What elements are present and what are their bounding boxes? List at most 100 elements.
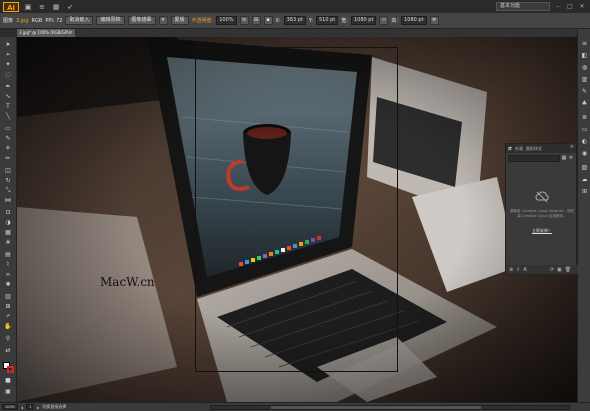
list-view-icon[interactable]: ≡ — [568, 155, 574, 161]
shape-builder-tool-icon[interactable]: ◑ — [4, 219, 12, 227]
next-artboard-icon[interactable]: ▸ — [37, 405, 39, 410]
canvas[interactable]: MacW.cn — [17, 37, 577, 402]
graphic-styles-icon[interactable]: ▧ — [580, 163, 589, 172]
libraries-panel-tabs: 库 外观 图形样式 ≡ — [506, 144, 576, 153]
y-field[interactable]: 510 pt — [316, 16, 339, 25]
edit-original-button[interactable]: 编辑原稿 — [96, 16, 125, 25]
delete-icon[interactable]: 🗑 — [565, 267, 571, 273]
w-label: 宽: — [341, 18, 348, 24]
type-tool-icon[interactable]: T — [4, 103, 12, 111]
add-content-icon[interactable]: ⊕ — [509, 267, 513, 273]
perspective-grid-tool-icon[interactable]: ▦ — [4, 229, 12, 237]
transparency-icon[interactable]: ◐ — [580, 137, 589, 146]
blend-tool-icon[interactable]: ∞ — [4, 271, 12, 279]
stroke-icon[interactable]: ≣ — [580, 113, 589, 122]
symbols-icon[interactable]: ♣ — [580, 99, 589, 108]
bridge-icon[interactable]: ▣ — [23, 3, 33, 11]
graph-tool-icon[interactable]: ▥ — [4, 293, 12, 301]
horizontal-scrollbar[interactable] — [210, 405, 570, 410]
zoom-field[interactable]: 100% — [2, 404, 19, 410]
arrange-icon[interactable]: ▦ — [51, 3, 61, 11]
w-field[interactable]: 1080 pt — [350, 16, 377, 25]
libraries-icon[interactable]: ☁ — [580, 175, 589, 184]
artboards-icon[interactable]: ⊞ — [580, 187, 589, 196]
hand-tool-icon[interactable]: ✋ — [4, 323, 12, 331]
artboard-number-field[interactable]: 1 — [26, 404, 35, 410]
minimize-icon[interactable]: – — [554, 3, 562, 11]
lasso-tool-icon[interactable]: ◌ — [4, 71, 12, 79]
libraries-footer: ⊕ ⇧ A ⟳ ▣ 🗑 — [506, 265, 578, 274]
color-mode-icon[interactable]: ■ — [4, 377, 12, 385]
stock-icon[interactable]: ≡ — [37, 3, 47, 11]
trace-dropdown-icon[interactable]: ▾ — [158, 16, 168, 25]
screen-mode-icon[interactable]: ▣ — [4, 388, 12, 396]
brushes-icon[interactable]: ✎ — [580, 87, 589, 96]
appearance-icon[interactable]: ◉ — [580, 149, 589, 158]
align-icon[interactable]: ≡ — [239, 16, 249, 25]
opacity-field[interactable]: 100% — [216, 16, 237, 25]
new-item-icon[interactable]: ▣ — [557, 267, 562, 273]
pencil-tool-icon[interactable]: ✏ — [4, 155, 12, 163]
width-tool-icon[interactable]: ⋈ — [4, 197, 12, 205]
document-tab[interactable]: 3.jpg* @ 100% (RGB/GPU 预览) × — [17, 29, 75, 43]
image-trace-button[interactable]: 图像描摹 — [127, 16, 156, 25]
link-icon[interactable]: ∞ — [379, 16, 389, 25]
file-name-link[interactable]: 3.jpg — [16, 18, 29, 24]
curvature-tool-icon[interactable]: ∿ — [4, 93, 12, 101]
rotate-tool-icon[interactable]: ↻ — [4, 177, 12, 185]
eraser-tool-icon[interactable]: ◫ — [4, 167, 12, 175]
paintbrush-tool-icon[interactable]: ✎ — [4, 135, 12, 143]
fill-stroke-swatches[interactable] — [3, 362, 14, 373]
zoom-tool-icon[interactable]: ⚲ — [4, 335, 12, 343]
text-style-icon[interactable]: A — [523, 267, 526, 273]
stroke-swatch[interactable] — [7, 366, 14, 373]
h-label: 高: — [391, 18, 399, 24]
eyedropper-tool-icon[interactable]: ⌇ — [4, 261, 12, 269]
rectangle-tool-icon[interactable]: ▭ — [4, 125, 12, 133]
mask-button[interactable]: 蒙版 — [170, 16, 189, 25]
artboard-tool-icon[interactable]: ⊞ — [4, 303, 12, 311]
shaper-tool-icon[interactable]: ⚘ — [4, 145, 12, 153]
library-select[interactable] — [508, 154, 560, 162]
gradient-icon[interactable]: ▭ — [580, 125, 589, 134]
x-field[interactable]: 363 pt — [283, 16, 306, 25]
magic-wand-tool-icon[interactable]: ✦ — [4, 61, 12, 69]
slice-tool-icon[interactable]: ⌿ — [4, 313, 12, 321]
workspace-switcher[interactable]: 基本功能 — [496, 2, 550, 11]
properties-icon[interactable]: ≡ — [580, 39, 589, 48]
color-icon[interactable]: ◍ — [580, 63, 589, 72]
rocket-icon[interactable]: ➶ — [65, 3, 75, 11]
line-tool-icon[interactable]: ╲ — [4, 113, 12, 121]
maximize-icon[interactable]: □ — [566, 3, 574, 11]
mesh-tool-icon[interactable]: # — [4, 239, 12, 247]
tab-appearance[interactable]: 外观 — [515, 146, 523, 152]
gradient-tool-icon[interactable]: ▤ — [4, 251, 12, 259]
layers-icon[interactable]: ◧ — [580, 51, 589, 60]
grid-view-icon[interactable]: ▦ — [561, 155, 567, 161]
transform-icon[interactable]: ⊞ — [251, 16, 261, 25]
free-transform-tool-icon[interactable]: ⊡ — [4, 209, 12, 217]
close-icon[interactable]: ✕ — [578, 3, 586, 11]
pen-tool-icon[interactable]: ✒ — [4, 83, 12, 91]
scrollbar-thumb[interactable] — [271, 406, 481, 409]
sync-icon[interactable]: ⟳ — [550, 267, 554, 273]
direct-selection-tool-icon[interactable]: ➢ — [4, 51, 12, 59]
upload-icon[interactable]: ⇧ — [516, 267, 520, 273]
h-field[interactable]: 1080 pt — [401, 16, 427, 25]
menu-icon[interactable]: ≣ — [429, 16, 439, 25]
close-tab-icon[interactable]: × — [69, 29, 73, 37]
opacity-label[interactable]: 不透明度: — [192, 17, 214, 24]
tab-graphic-styles[interactable]: 图形样式 — [526, 146, 542, 152]
tab-libraries[interactable]: 库 — [508, 146, 512, 152]
scale-tool-icon[interactable]: ⤡ — [4, 187, 12, 195]
selection-tool-icon[interactable]: ➤ — [4, 41, 12, 49]
prev-artboard-icon[interactable]: ◂ — [21, 405, 23, 410]
right-panel-dock: ≡ ◧ ◍ ▥ ✎ ♣ ≣ ▭ ◐ ◉ ▧ ☁ ⊞ — [577, 29, 590, 402]
panel-menu-icon[interactable]: ≡ — [570, 144, 574, 150]
reference-point-icon[interactable]: ▪ — [263, 16, 273, 25]
install-now-link[interactable]: 立即安装！ — [506, 228, 578, 234]
cancel-embed-button[interactable]: 取消嵌入 — [65, 16, 94, 25]
symbol-sprayer-tool-icon[interactable]: ✺ — [4, 281, 12, 289]
swap-colors-icon[interactable]: ⇄ — [4, 347, 12, 355]
color-guide-icon[interactable]: ▥ — [580, 75, 589, 84]
